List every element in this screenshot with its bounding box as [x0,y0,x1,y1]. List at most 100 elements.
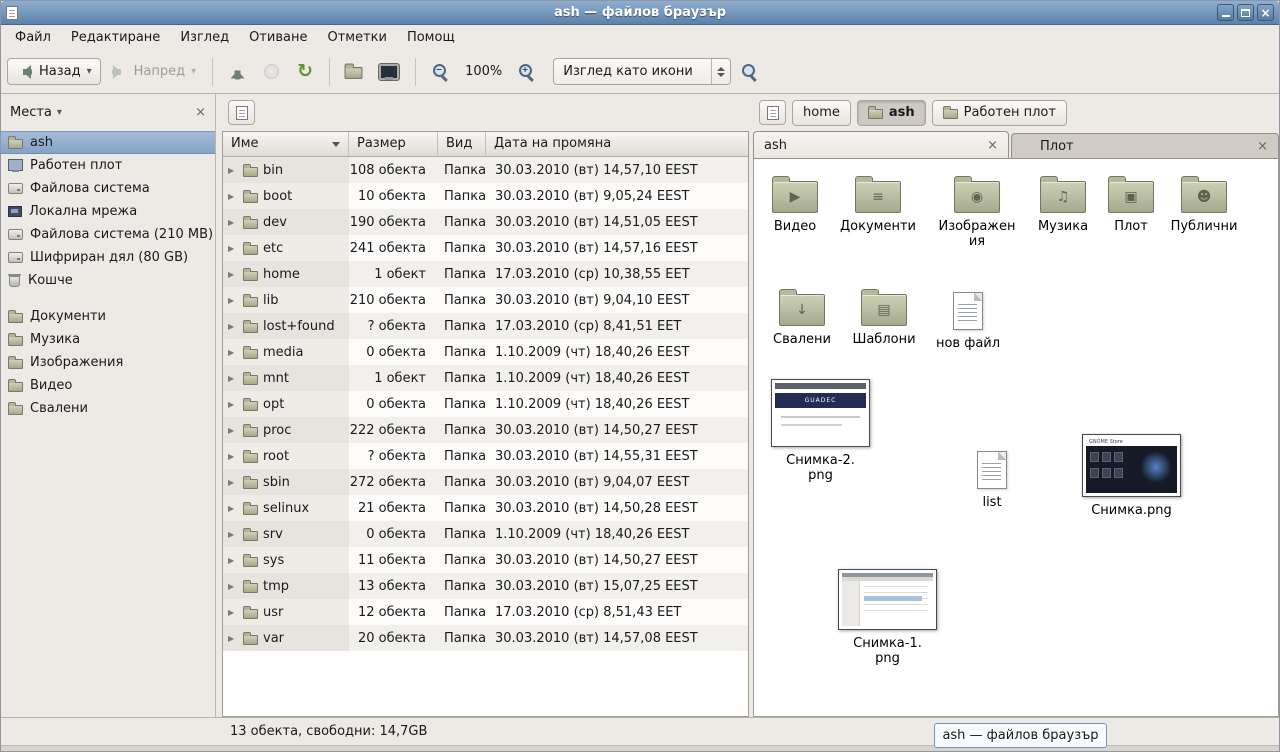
stop-button[interactable] [256,59,287,84]
expander-icon[interactable]: ▶ [228,426,238,435]
table-row[interactable]: ▶var20 обектаПапка30.03.2010 (вт) 14,57,… [223,625,748,651]
expander-icon[interactable]: ▶ [228,400,238,409]
menu-view[interactable]: Изглед [170,27,239,48]
sidebar-item-videos[interactable]: Видео [1,374,215,397]
column-header-type[interactable]: Вид [438,132,486,157]
menu-edit[interactable]: Редактиране [61,27,170,48]
table-row[interactable]: ▶dev190 обектаПапка30.03.2010 (вт) 14,51… [223,209,748,235]
icon-item-desktop[interactable]: ▣ Плот [1091,174,1171,234]
path-button-desktop[interactable]: Работен плот [932,100,1067,126]
expander-icon[interactable]: ▶ [228,556,238,565]
icon-item-new-file[interactable]: нов файл [928,290,1008,351]
sidebar-item-filesystem[interactable]: Файлова система [1,177,215,200]
close-button[interactable]: × [1257,4,1274,21]
expander-icon[interactable]: ▶ [228,296,238,305]
maximize-button[interactable] [1237,4,1254,21]
forward-button[interactable]: Напред ▾ [103,59,205,84]
zoom-in-button[interactable]: + [510,58,543,85]
table-row[interactable]: ▶media0 обектаПапка1.10.2009 (чт) 18,40,… [223,339,748,365]
table-row[interactable]: ▶boot10 обектаПапка30.03.2010 (вт) 9,05,… [223,183,748,209]
icon-item-video[interactable]: ▶ Видео [755,174,835,234]
table-row[interactable]: ▶etc241 обектаПапка30.03.2010 (вт) 14,57… [223,235,748,261]
table-row[interactable]: ▶mnt1 обектПапка1.10.2009 (чт) 18,40,26 … [223,365,748,391]
expander-icon[interactable]: ▶ [228,270,238,279]
table-row[interactable]: ▶lost+found? обектаПапка17.03.2010 (ср) … [223,313,748,339]
expander-icon[interactable]: ▶ [228,244,238,253]
path-button-home[interactable]: home [792,100,851,126]
icon-item-public[interactable]: ☻ Публични [1164,174,1244,234]
column-header-size[interactable]: Размер [349,132,438,157]
table-row[interactable]: ▶selinux21 обектаПапка30.03.2010 (вт) 14… [223,495,748,521]
sidebar-item-desktop[interactable]: Работен плот [1,154,215,177]
table-row[interactable]: ▶sbin272 обектаПапка30.03.2010 (вт) 9,04… [223,469,748,495]
sidebar-item-encrypted[interactable]: Шифриран дял (80 GB) [1,246,215,269]
expander-icon[interactable]: ▶ [228,608,238,617]
table-row[interactable]: ▶lib210 обектаПапка30.03.2010 (вт) 9,04,… [223,287,748,313]
expander-icon[interactable]: ▶ [228,452,238,461]
column-header-name[interactable]: Име [223,132,349,157]
expander-icon[interactable]: ▶ [228,478,238,487]
places-chevron-icon[interactable]: ▾ [57,108,62,118]
titlebar[interactable]: ash — файлов браузър × [1,1,1279,25]
back-button[interactable]: Назад ▾ [7,58,101,85]
places-label[interactable]: Места [10,105,52,120]
tab-close-icon[interactable]: × [1257,140,1268,153]
icon-item-documents[interactable]: ≡ Документи [838,174,918,234]
table-row[interactable]: ▶bin108 обектаПапка30.03.2010 (вт) 14,57… [223,157,748,183]
icon-item-templates[interactable]: ▤ Шаблони [844,287,924,347]
expander-icon[interactable]: ▶ [228,166,238,175]
icon-item-downloads[interactable]: ↓ Свалени [762,287,842,347]
sidebar-item-filesystem-210[interactable]: Файлова система (210 MB) [1,223,215,246]
taskbar-window-button[interactable]: ash — файлов браузър [934,723,1107,748]
icon-view[interactable]: ▶ Видео ≡ Документи ◉ Изображения ♫ Музи… [753,159,1279,717]
table-row[interactable]: ▶usr12 обектаПапка17.03.2010 (ср) 8,51,4… [223,599,748,625]
sidebar-item-pictures[interactable]: Изображения [1,351,215,374]
sidebar-item-ash[interactable]: ash [1,131,215,154]
up-button[interactable] [221,60,254,84]
home-button[interactable] [338,60,369,83]
icon-item-images[interactable]: ◉ Изображения [937,174,1017,250]
icon-item-snimka2[interactable]: GUADEC Снимка-2.png [768,379,873,484]
expander-icon[interactable]: ▶ [228,504,238,513]
tab-close-icon[interactable]: × [987,139,998,152]
expander-icon[interactable]: ▶ [228,582,238,591]
view-mode-select[interactable]: Изглед като икони [553,58,731,85]
zoom-out-button[interactable]: − [424,58,457,85]
expander-icon[interactable]: ▶ [228,374,238,383]
sidebar-close-button[interactable]: × [195,106,206,119]
menu-go[interactable]: Отиване [239,27,317,48]
table-row[interactable]: ▶home1 обектПапка17.03.2010 (ср) 10,38,5… [223,261,748,287]
menu-bookmarks[interactable]: Отметки [317,27,396,48]
sidebar-item-music[interactable]: Музика [1,328,215,351]
expander-icon[interactable]: ▶ [228,218,238,227]
table-row[interactable]: ▶srv0 обектаПапка1.10.2009 (чт) 18,40,26… [223,521,748,547]
expander-icon[interactable]: ▶ [228,192,238,201]
sidebar-item-network[interactable]: Локална мрежа [1,200,215,223]
sidebar-item-documents[interactable]: Документи [1,305,215,328]
search-button[interactable] [733,58,766,85]
table-row[interactable]: ▶root? обектаПапка30.03.2010 (вт) 14,55,… [223,443,748,469]
minimize-button[interactable] [1217,4,1234,21]
tab-ash[interactable]: ash× [753,131,1009,158]
sidebar-item-downloads[interactable]: Свалени [1,397,215,420]
menu-help[interactable]: Помощ [397,27,465,48]
back-history-chevron-icon[interactable]: ▾ [87,67,92,77]
computer-button[interactable] [371,59,407,85]
reload-button[interactable]: ↻ [289,57,321,86]
pane-location-button[interactable] [759,100,786,125]
table-row[interactable]: ▶tmp13 обектаПапка30.03.2010 (вт) 15,07,… [223,573,748,599]
tab-plot[interactable]: Плот× [1011,133,1279,158]
expander-icon[interactable]: ▶ [228,634,238,643]
icon-item-snimka[interactable]: GNOME Store Снимк [1079,434,1184,518]
table-row[interactable]: ▶opt0 обектаПапка1.10.2009 (чт) 18,40,26… [223,391,748,417]
expander-icon[interactable]: ▶ [228,322,238,331]
path-button-ash[interactable]: ash [857,100,926,126]
expander-icon[interactable]: ▶ [228,530,238,539]
expander-icon[interactable]: ▶ [228,348,238,357]
table-row[interactable]: ▶proc222 обектаПапка30.03.2010 (вт) 14,5… [223,417,748,443]
table-row[interactable]: ▶sys11 обектаПапка30.03.2010 (вт) 14,50,… [223,547,748,573]
menu-file[interactable]: Файл [5,27,61,48]
column-header-date[interactable]: Дата на промяна [486,132,748,157]
icon-item-list[interactable]: list [952,449,1032,510]
pane-location-button[interactable] [228,100,255,125]
